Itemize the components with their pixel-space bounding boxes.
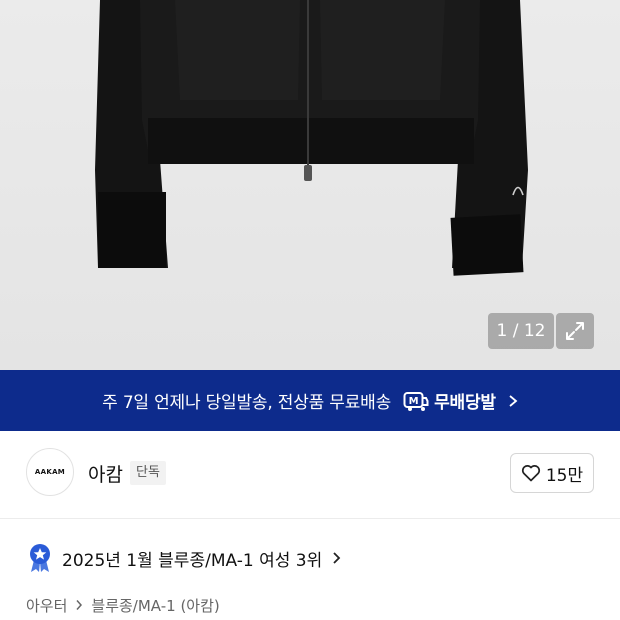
brand-info-row: AAKAM 아캄 단독 15만 [0,431,620,519]
exclusive-tag: 단독 [130,461,166,485]
delivery-m-icon: M [403,390,429,412]
medal-star-icon [28,543,52,573]
chevron-right-icon [75,599,83,611]
product-image-gallery[interactable]: 1 / 12 [0,0,620,370]
free-same-day-badge-label: 무배당발 [434,393,496,413]
svg-text:M: M [409,396,419,407]
ranking-link[interactable]: 2025년 1월 블루종/MA-1 여성 3위 [28,543,341,573]
heart-icon [521,465,540,482]
ranking-text: 2025년 1월 블루종/MA-1 여성 3위 [62,550,323,571]
like-button[interactable]: 15만 [510,453,594,493]
brand-name[interactable]: 아캄 [88,460,123,487]
image-counter: 1 / 12 [488,313,554,349]
category-breadcrumb: 아우터 블루종/MA-1 (아캄) [26,593,220,617]
breadcrumb-category[interactable]: 블루종/MA-1 (아캄) [91,595,219,616]
banner-text: 주 7일 언제나 당일발송, 전상품 무료배송 [102,393,392,413]
brand-logo[interactable]: AAKAM [26,448,74,496]
product-page: 1 / 12 주 7일 언제나 당일발송, 전상품 무료배송 M 무배당발 AA… [0,0,620,620]
breadcrumb-outer[interactable]: 아우터 [26,595,67,616]
free-delivery-banner[interactable]: 주 7일 언제나 당일발송, 전상품 무료배송 M 무배당발 [0,370,620,431]
chevron-right-icon [332,551,341,565]
expand-arrows-icon [566,322,584,340]
like-count: 15만 [545,465,584,486]
chevron-right-icon [508,394,518,408]
expand-image-button[interactable] [556,313,594,349]
